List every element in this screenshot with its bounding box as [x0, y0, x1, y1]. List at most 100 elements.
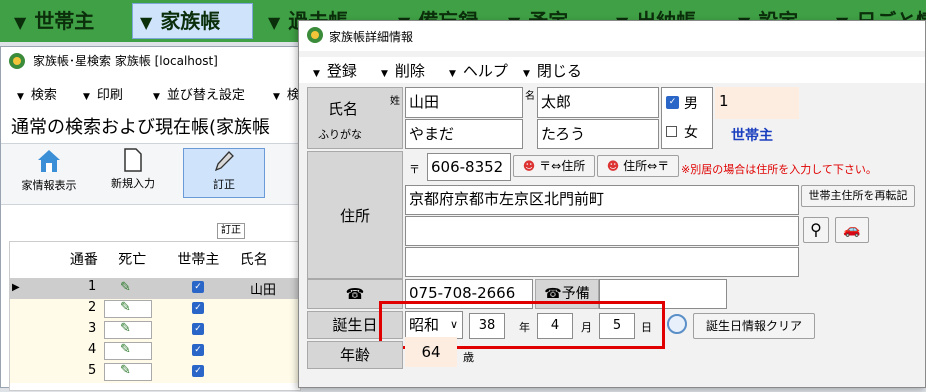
map-pin-icon: ⚲	[810, 220, 822, 239]
pencil-icon	[214, 151, 234, 172]
menu-help[interactable]: ▼ ヘルプ	[449, 60, 508, 81]
separate-address-note: ※別居の場合は住所を入力して下さい。	[681, 163, 877, 176]
menu-label: 世帯主	[34, 9, 95, 33]
pencil-icon: ✎	[120, 342, 131, 357]
row-number: 5	[88, 363, 97, 378]
face-icon: ☻	[522, 159, 536, 173]
face-icon: ☻	[606, 159, 620, 173]
menu-label: 印刷	[96, 88, 123, 103]
address-line1-input[interactable]: 京都府京都市左京区北門前町	[405, 185, 799, 215]
column-header-deceased[interactable]: 死亡	[107, 242, 158, 276]
edit-button[interactable]: 訂正	[183, 148, 265, 198]
address-line3-input[interactable]	[405, 247, 799, 277]
stopwatch-icon[interactable]	[667, 314, 687, 334]
search-heading: 通常の検索および現在帳(家族帳	[11, 117, 271, 138]
age-unit: 歳	[463, 351, 474, 364]
search-toolbar: 家情報表示 新規入力 訂正	[1, 143, 301, 205]
row-number: 1	[88, 279, 97, 294]
table-row[interactable]: 5 ✎ ✓	[10, 362, 302, 383]
pencil-icon: ✎	[120, 363, 131, 378]
female-label: 女	[684, 125, 698, 141]
head-checkbox[interactable]: ✓	[192, 281, 204, 293]
menu-item-household-head[interactable]: ▼ 世帯主	[14, 4, 94, 38]
age-value: 64	[405, 337, 457, 367]
menu-item-family-book[interactable]: ▼ 家族帳	[140, 4, 220, 38]
household-number: 1	[715, 87, 799, 119]
surname-kana-input[interactable]: やまだ	[405, 119, 523, 149]
zip-to-address-button[interactable]: ☻ 〒⇔住所	[513, 155, 595, 177]
column-header-name[interactable]: 氏名	[239, 242, 300, 276]
button-label: 新規入力	[111, 177, 155, 190]
name-label-cell: 氏名 姓 ふりがな	[307, 87, 403, 149]
table-row[interactable]: 4 ✎ ✓	[10, 341, 302, 362]
head-checkbox[interactable]: ✓	[192, 302, 204, 314]
address-label: 住所	[307, 151, 403, 279]
table-row[interactable]: 2 ✎ ✓	[10, 299, 302, 320]
search-window-titlebar: 家族帳･星検索 家族帳 [localhost]	[1, 47, 299, 75]
table-row[interactable]: ▶ 1 ✎ ✓ 山田	[10, 278, 302, 299]
detail-menu-bar: ▼ 登録 ▼ 削除 ▼ ヘルプ ▼ 閉じる	[299, 57, 925, 83]
address-to-zip-button[interactable]: ☻ 住所⇔〒	[597, 155, 679, 177]
menu-search[interactable]: ▼ 検索	[17, 83, 57, 110]
house-icon	[38, 150, 60, 172]
male-label: 男	[684, 96, 698, 112]
head-checkbox[interactable]: ✓	[192, 365, 204, 377]
menu-search2[interactable]: ▼ 検	[273, 83, 300, 110]
button-label: 〒⇔住所	[539, 159, 586, 173]
name-label: 氏名	[328, 100, 359, 118]
given-name-input[interactable]: 太郎	[537, 87, 659, 118]
pencil-icon: ✎	[120, 300, 131, 315]
furigana-label: ふりがな	[318, 128, 362, 141]
address-line2-input[interactable]	[405, 216, 799, 246]
window-title: 家族帳詳細情報	[329, 30, 414, 44]
search-menu-bar: ▼ 検索 ▼ 印刷 ▼ 並び替え設定 ▼ 検	[1, 83, 300, 110]
surname-marker: 姓	[390, 96, 400, 107]
window-title: 家族帳･星検索 家族帳 [localhost]	[33, 54, 218, 68]
postal-mark: 〒	[409, 163, 420, 176]
map-pin-button[interactable]: ⚲	[803, 217, 829, 243]
pencil-icon: ✎	[120, 280, 131, 295]
reset-head-address-button[interactable]: 世帯主住所を再転記	[801, 185, 915, 207]
car-icon: 🚗	[843, 222, 861, 238]
row-number: 3	[88, 321, 97, 336]
household-head-label: 世帯主	[731, 128, 773, 144]
head-checkbox[interactable]: ✓	[192, 323, 204, 335]
head-checkbox[interactable]: ✓	[192, 344, 204, 356]
menu-sort-settings[interactable]: ▼ 並び替え設定	[153, 83, 245, 110]
female-checkbox[interactable]	[666, 126, 677, 137]
menu-print[interactable]: ▼ 印刷	[83, 83, 123, 110]
detail-window: 家族帳詳細情報 ▼ 登録 ▼ 削除 ▼ ヘルプ ▼ 閉じる 氏名 姓 ふりがな 山田 名…	[298, 20, 926, 388]
gender-group: ✓ 男 女	[661, 87, 713, 149]
menu-label: 登録	[326, 62, 357, 80]
age-label: 年齢	[307, 341, 403, 369]
edit-tooltip: 訂正	[217, 223, 245, 239]
menu-close[interactable]: ▼ 閉じる	[523, 60, 582, 81]
menu-register[interactable]: ▼ 登録	[313, 60, 357, 81]
row-name: 山田	[250, 283, 277, 298]
car-route-button[interactable]: 🚗	[835, 217, 869, 243]
given-name-marker: 名	[525, 91, 535, 102]
row-pointer-icon: ▶	[12, 282, 20, 293]
surname-input[interactable]: 山田	[405, 87, 523, 118]
document-icon	[124, 148, 142, 172]
table-row[interactable]: 3 ✎ ✓	[10, 320, 302, 341]
search-window: 家族帳･星検索 家族帳 [localhost] ▼ 検索 ▼ 印刷 ▼ 並び替え設定 …	[0, 46, 302, 391]
new-entry-button[interactable]: 新規入力	[101, 148, 165, 200]
table-body: ▶ 1 ✎ ✓ 山田 2 ✎ ✓ 3 ✎ ✓ 4 ✎ ✓ 5 ✎ ✓	[10, 278, 302, 392]
app-icon	[9, 53, 25, 69]
male-checkbox[interactable]: ✓	[666, 96, 679, 109]
given-kana-input[interactable]: たろう	[537, 119, 659, 149]
menu-label: 閉じる	[536, 62, 582, 80]
postal-code-input[interactable]: 606-8352	[427, 153, 511, 181]
household-info-button[interactable]: 家情報表示	[17, 148, 81, 200]
button-label: 訂正	[213, 178, 235, 191]
menu-label: 並び替え設定	[166, 88, 245, 103]
row-number: 2	[88, 300, 97, 315]
menu-label: ヘルプ	[462, 62, 508, 80]
column-header-no[interactable]: 通番	[61, 242, 106, 276]
clear-birthday-button[interactable]: 誕生日情報クリア	[693, 313, 815, 339]
column-header-head[interactable]: 世帯主	[158, 242, 239, 276]
row-number: 4	[88, 342, 97, 357]
menu-delete[interactable]: ▼ 削除	[381, 60, 425, 81]
menu-label: 削除	[394, 62, 425, 80]
